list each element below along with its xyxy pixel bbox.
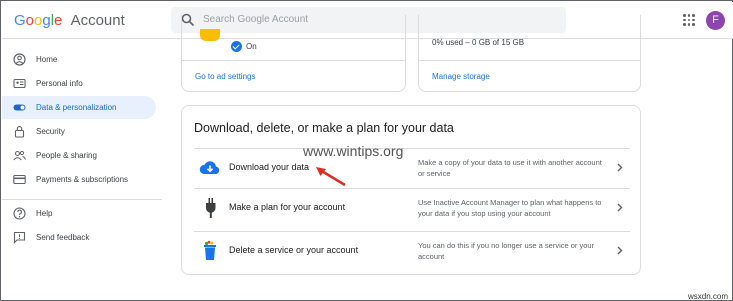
person-card-icon <box>13 78 26 89</box>
go-to-ad-settings-link[interactable]: Go to ad settings <box>195 72 255 81</box>
storage-usage: 0% used – 0 GB of 15 GB <box>432 38 525 47</box>
check-icon <box>231 41 242 52</box>
ad-settings-card: On Go to ad settings <box>181 15 406 92</box>
row-description: You can do this if you no longer use a s… <box>418 241 595 261</box>
sidebar-item-label: Data & personalization <box>36 103 117 112</box>
sidebar-item-security[interactable]: Security <box>2 120 156 143</box>
sidebar-item-label: Send feedback <box>36 233 90 242</box>
row-description: Make a copy of your data to use it with … <box>418 158 602 178</box>
sidebar-item-help[interactable]: Help <box>2 202 156 225</box>
sidebar-item-label: Security <box>36 127 65 136</box>
sidebar-item-personal-info[interactable]: Personal info <box>2 72 156 95</box>
data-plan-card: Download, delete, or make a plan for you… <box>181 105 641 275</box>
footer-watermark: wsxdn.com <box>688 292 729 301</box>
row-divider <box>194 188 630 189</box>
ad-illustration <box>200 29 220 41</box>
window-frame: Google Account Search Google Account F H… <box>0 0 733 301</box>
row-divider <box>194 231 630 232</box>
chevron-right-icon <box>617 163 623 172</box>
google-account-logo[interactable]: Google Account <box>14 12 125 29</box>
sidebar-item-label: Personal info <box>36 79 83 88</box>
row-divider <box>194 148 630 149</box>
red-arrow-annotation <box>316 167 346 187</box>
trash-icon <box>204 240 216 260</box>
card-divider <box>419 60 640 61</box>
sidebar-item-data-personalization[interactable]: Data & personalization <box>2 96 156 119</box>
sidebar-item-label: Help <box>36 209 53 218</box>
sidebar-item-label: Home <box>36 55 58 64</box>
home-icon <box>13 53 26 66</box>
help-icon <box>13 207 26 220</box>
row-title: Download your data <box>229 162 310 172</box>
sidebar: Home Personal info Data & personalizatio… <box>2 39 162 301</box>
chevron-right-icon <box>617 246 623 255</box>
ad-status: On <box>246 42 257 51</box>
manage-storage-link[interactable]: Manage storage <box>432 72 490 81</box>
card-title: Download, delete, or make a plan for you… <box>194 121 454 135</box>
storage-card: 0% used – 0 GB of 15 GB Manage storage <box>418 15 641 92</box>
apps-grid-icon[interactable] <box>683 14 695 26</box>
download-data-row[interactable]: Download your data Make a copy of your d… <box>194 148 630 188</box>
chevron-right-icon <box>617 203 623 212</box>
google-logo-text: Google <box>14 12 63 29</box>
sidebar-item-home[interactable]: Home <box>2 48 156 71</box>
sidebar-item-people-sharing[interactable]: People & sharing <box>2 144 156 167</box>
sidebar-divider <box>2 199 162 200</box>
watermark: www.wintips.org <box>303 143 404 159</box>
plug-icon <box>206 198 216 218</box>
inactive-account-row[interactable]: Make a plan for your account Use Inactiv… <box>194 188 630 228</box>
row-title: Delete a service or your account <box>229 245 359 255</box>
card-divider <box>182 60 405 61</box>
cloud-download-icon <box>199 161 220 174</box>
account-label: Account <box>70 12 125 29</box>
sidebar-item-label: Payments & subscriptions <box>36 175 129 184</box>
sidebar-item-payments[interactable]: Payments & subscriptions <box>2 168 156 191</box>
delete-service-row[interactable]: Delete a service or your account You can… <box>194 231 630 271</box>
people-icon <box>13 150 26 161</box>
sidebar-item-send-feedback[interactable]: Send feedback <box>2 226 156 249</box>
row-title: Make a plan for your account <box>229 202 346 212</box>
sidebar-item-label: People & sharing <box>36 151 97 160</box>
row-description: Use Inactive Account Manager to plan wha… <box>418 198 602 218</box>
avatar[interactable]: F <box>706 11 725 30</box>
feedback-icon <box>13 231 26 244</box>
toggle-icon <box>13 104 26 111</box>
card-icon <box>13 174 26 185</box>
lock-icon <box>14 126 25 138</box>
